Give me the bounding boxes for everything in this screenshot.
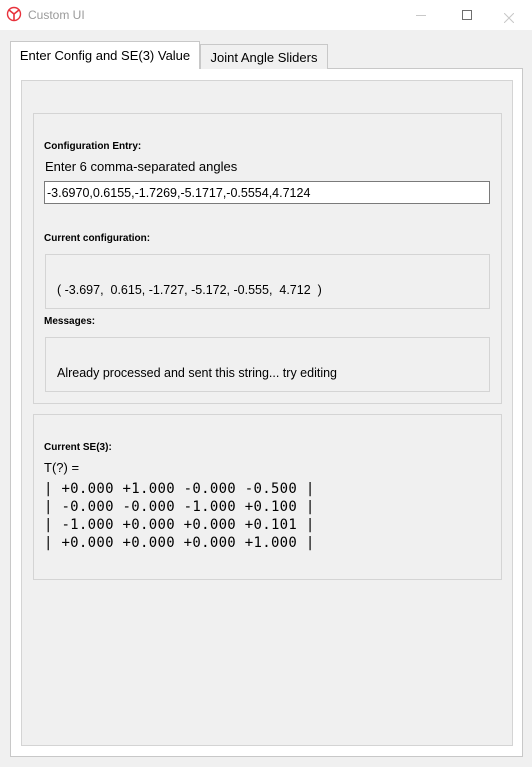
- messages-value: Already processed and sent this string..…: [57, 366, 338, 380]
- tab-joint-angle-sliders[interactable]: Joint Angle Sliders: [200, 44, 328, 69]
- se3-matrix-row: | -0.000 -0.000 -1.000 +0.100 |: [44, 499, 315, 515]
- app-logo-icon: [6, 6, 22, 22]
- se3-matrix-row: | -1.000 +0.000 +0.000 +0.101 |: [44, 517, 315, 533]
- se3-heading: T(?) =: [44, 460, 80, 475]
- tab-enter-config[interactable]: Enter Config and SE(3) Value: [10, 41, 200, 69]
- current-configuration-display: ( -3.697, 0.615, -1.727, -5.172, -0.555,…: [45, 254, 490, 309]
- current-configuration-label: Current configuration:: [44, 233, 151, 244]
- maximize-button[interactable]: [444, 0, 490, 30]
- close-button[interactable]: [486, 0, 532, 30]
- se3-group: [33, 414, 502, 580]
- config-entry-label: Configuration Entry:: [44, 141, 142, 152]
- maximize-icon: [462, 10, 472, 20]
- config-entry-prompt: Enter 6 comma-separated angles: [45, 159, 238, 174]
- title-bar[interactable]: Custom UI: [0, 0, 532, 30]
- se3-matrix-row: | +0.000 +0.000 +0.000 +1.000 |: [44, 535, 315, 551]
- se3-matrix-row: | +0.000 +1.000 -0.000 -0.500 |: [44, 481, 315, 497]
- current-configuration-value: ( -3.697, 0.615, -1.727, -5.172, -0.555,…: [57, 283, 322, 297]
- window-title: Custom UI: [28, 8, 85, 22]
- close-icon: [503, 10, 515, 24]
- messages-label: Messages:: [44, 316, 96, 327]
- config-entry-input[interactable]: [44, 181, 490, 204]
- se3-label: Current SE(3):: [44, 442, 112, 453]
- minimize-button[interactable]: [398, 0, 444, 30]
- minimize-icon: [416, 14, 426, 16]
- messages-display: Already processed and sent this string..…: [45, 337, 490, 392]
